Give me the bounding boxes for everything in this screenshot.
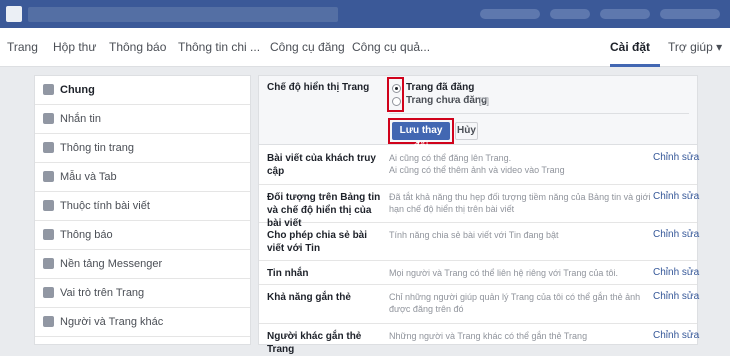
tab-page[interactable]: Trang: [7, 40, 38, 54]
top-bar: [0, 0, 730, 28]
row-description: Ai cũng có thể đăng lên Trang. Ai cũng c…: [389, 153, 565, 175]
option-unpublished-label: Trang chưa đăng: [406, 95, 488, 106]
row-description: Mọi người và Trang có thể liên hệ riêng …: [389, 268, 618, 278]
tab-notifications[interactable]: Thông báo: [109, 40, 166, 54]
tab-help[interactable]: Trợ giúp ▾: [668, 40, 722, 54]
blurred-nav-item[interactable]: [660, 9, 720, 19]
pencil-icon: [43, 142, 54, 153]
people-icon: [43, 316, 54, 327]
radio-highlight: [387, 77, 404, 112]
option-published-label: Trang đã đăng: [406, 82, 475, 93]
settings-panel: Chế độ hiển thị Trang Trang đã đăng Tran…: [258, 75, 699, 355]
divider: [389, 113, 689, 114]
row-label: Người khác gắn thẻ Trang: [267, 331, 362, 355]
row-description: Chỉ những người giúp quản lý Trang của t…: [389, 292, 641, 314]
sidebar-item-label: Vai trò trên Trang: [60, 287, 145, 299]
flag-icon: [43, 200, 54, 211]
settings-row-tagging: Khả năng gắn thẻ Chỉ những người giúp qu…: [259, 285, 699, 324]
edit-link[interactable]: Chỉnh sửa: [653, 152, 699, 163]
tab-insights[interactable]: Thông tin chi ...: [178, 40, 260, 54]
sidebar-item-label: Nhắn tin: [60, 113, 101, 125]
chat-icon: [43, 258, 54, 269]
save-button[interactable]: Lưu thay đổi: [392, 122, 450, 152]
tab-publishing-tools[interactable]: Công cụ đăng: [270, 40, 345, 54]
settings-row-visitor-posts: Bài viết của khách truy cập Ai cũng có t…: [259, 146, 699, 185]
sidebar-item-templates-tabs[interactable]: Mẫu và Tab: [35, 163, 250, 192]
sidebar-item-label: Mẫu và Tab: [60, 171, 117, 183]
message-icon: [43, 113, 54, 124]
tab-inbox[interactable]: Hộp thư: [53, 40, 96, 54]
settings-row-share-story: Cho phép chia sẻ bài viết với Tin Tính n…: [259, 223, 699, 261]
edit-link[interactable]: Chỉnh sửa: [653, 191, 699, 202]
grid-icon: [43, 171, 54, 182]
sidebar-item-label: Chung: [60, 84, 95, 96]
row-label: Bài viết của khách truy cập: [267, 153, 376, 177]
row-label: Cho phép chia sẻ bài viết với Tin: [267, 230, 368, 254]
page-visibility-editor: Chế độ hiển thị Trang Trang đã đăng Tran…: [259, 76, 697, 152]
edit-link[interactable]: Chỉnh sửa: [653, 291, 699, 302]
row-label: Tin nhắn: [267, 268, 309, 279]
person-icon: [43, 287, 54, 298]
sidebar-item-messenger-platform[interactable]: Nền tảng Messenger: [35, 250, 250, 279]
sidebar-item-messaging[interactable]: Nhắn tin: [35, 105, 250, 134]
sidebar-item-label: Thông báo: [60, 229, 113, 241]
settings-row-audience: Đối tượng trên Bảng tin và chế độ hiển t…: [259, 185, 699, 229]
sidebar-item-people-pages[interactable]: Người và Trang khác: [35, 308, 250, 337]
blurred-nav-item[interactable]: [600, 9, 650, 19]
tab-settings[interactable]: Cài đặt: [610, 40, 650, 54]
help-icon[interactable]: [?]: [479, 96, 489, 106]
settings-sidebar: Chung Nhắn tin Thông tin trang Mẫu và Ta…: [34, 75, 251, 345]
facebook-logo-icon[interactable]: [6, 6, 22, 22]
gear-icon: [43, 84, 54, 95]
edit-link[interactable]: Chỉnh sửa: [653, 229, 699, 240]
globe-icon: [43, 229, 54, 240]
blurred-nav-item[interactable]: [480, 9, 540, 19]
page-visibility-label: Chế độ hiển thị Trang: [267, 82, 370, 93]
page-nav: Trang Hộp thư Thông báo Thông tin chi ..…: [0, 28, 730, 67]
row-description: Tính năng chia sẻ bài viết với Tin đang …: [389, 230, 559, 240]
radio-unpublished[interactable]: [392, 97, 401, 106]
row-description: Những người và Trang khác có thể gắn thẻ…: [389, 331, 588, 341]
search-input[interactable]: [28, 7, 338, 22]
tab-ad-tools[interactable]: Công cụ quả...: [352, 40, 430, 54]
cancel-button[interactable]: Hủy: [455, 122, 478, 140]
row-label: Khả năng gắn thẻ: [267, 292, 351, 303]
settings-row-others-tagging: Người khác gắn thẻ Trang Những người và …: [259, 324, 699, 355]
blurred-nav-item[interactable]: [550, 9, 590, 19]
row-description: Đã tắt khả năng thu hẹp đối tượng tiềm n…: [389, 192, 651, 214]
sidebar-item-label: Nền tảng Messenger: [60, 258, 163, 270]
settings-row-messages: Tin nhắn Mọi người và Trang có thể liên …: [259, 261, 699, 285]
sidebar-item-general[interactable]: Chung: [35, 76, 250, 105]
sidebar-item-label: Người và Trang khác: [60, 316, 164, 328]
sidebar-item-notifications[interactable]: Thông báo: [35, 221, 250, 250]
sidebar-item-page-roles[interactable]: Vai trò trên Trang: [35, 279, 250, 308]
sidebar-item-label: Thuộc tính bài viết: [60, 200, 150, 212]
edit-link[interactable]: Chỉnh sửa: [653, 267, 699, 278]
sidebar-item-page-info[interactable]: Thông tin trang: [35, 134, 250, 163]
radio-published[interactable]: [392, 84, 401, 93]
sidebar-item-label: Thông tin trang: [60, 142, 134, 154]
active-tab-underline: [610, 64, 660, 67]
sidebar-item-post-attribution[interactable]: Thuộc tính bài viết: [35, 192, 250, 221]
